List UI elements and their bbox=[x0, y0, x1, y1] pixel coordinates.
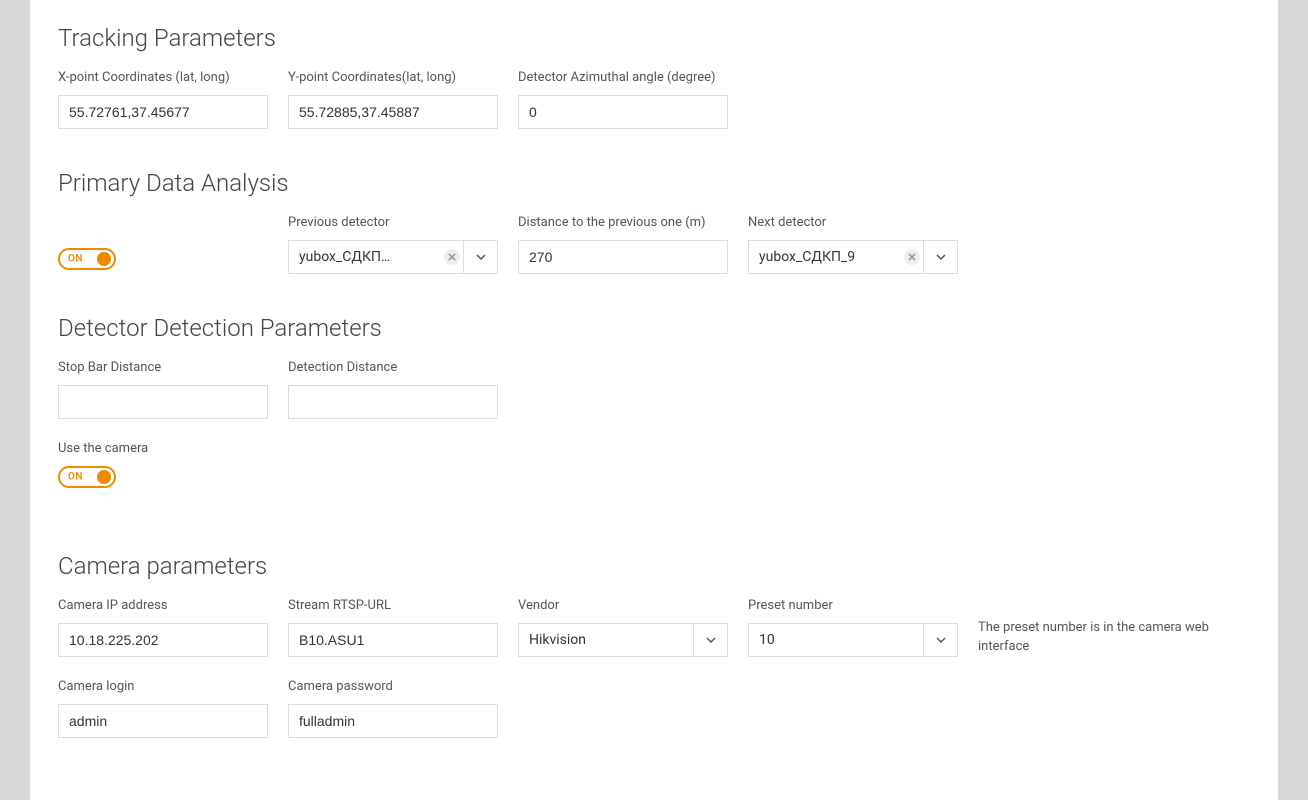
distance-prev-label: Distance to the previous one (m) bbox=[518, 215, 728, 230]
use-camera-toggle-label: ON bbox=[68, 472, 83, 483]
camera-pass-input[interactable] bbox=[288, 704, 498, 738]
preset-hint-holder: The preset number is in the camera web i… bbox=[978, 598, 1250, 657]
preset-value: 10 bbox=[749, 624, 923, 656]
camera-ip-input[interactable] bbox=[58, 623, 268, 657]
field-y-point: Y-point Coordinates(lat, long) bbox=[288, 70, 498, 129]
section-primary: Primary Data Analysis ON Previous detect… bbox=[58, 169, 1250, 274]
next-detector-value: yubox_СДКП_9 bbox=[749, 241, 901, 273]
field-detdist: Detection Distance bbox=[288, 360, 498, 419]
chevron-down-icon bbox=[475, 251, 487, 263]
prev-detector-select[interactable]: yubox_СДКП… bbox=[288, 240, 498, 274]
field-primary-toggle: ON bbox=[58, 248, 268, 274]
section-title-camera: Camera parameters bbox=[58, 552, 1250, 580]
camera-pass-label: Camera password bbox=[288, 679, 498, 694]
section-camera: Camera parameters Camera IP address Stre… bbox=[58, 552, 1250, 738]
camera-login-input[interactable] bbox=[58, 704, 268, 738]
prev-detector-value: yubox_СДКП… bbox=[289, 241, 441, 273]
toggle-knob-icon bbox=[97, 470, 111, 484]
vendor-label: Vendor bbox=[518, 598, 728, 613]
vendor-select[interactable]: Hikvision bbox=[518, 623, 728, 657]
vendor-value: Hikvision bbox=[519, 624, 693, 656]
rtsp-label: Stream RTSP-URL bbox=[288, 598, 498, 613]
field-camera-ip: Camera IP address bbox=[58, 598, 268, 657]
section-title-primary: Primary Data Analysis bbox=[58, 169, 1250, 197]
chevron-down-icon bbox=[935, 634, 947, 646]
section-tracking: Tracking Parameters X-point Coordinates … bbox=[58, 24, 1250, 129]
chevron-down-icon bbox=[705, 634, 717, 646]
section-title-detector: Detector Detection Parameters bbox=[58, 314, 1250, 342]
stopbar-label: Stop Bar Distance bbox=[58, 360, 268, 375]
chevron-down-icon bbox=[935, 251, 947, 263]
field-x-point: X-point Coordinates (lat, long) bbox=[58, 70, 268, 129]
azimuth-label: Detector Azimuthal angle (degree) bbox=[518, 70, 728, 85]
use-camera-toggle[interactable]: ON bbox=[58, 466, 116, 488]
x-point-label: X-point Coordinates (lat, long) bbox=[58, 70, 268, 85]
next-detector-open[interactable] bbox=[923, 241, 957, 273]
camera-ip-label: Camera IP address bbox=[58, 598, 268, 613]
distance-prev-input[interactable] bbox=[518, 240, 728, 274]
field-preset: Preset number 10 bbox=[748, 598, 958, 657]
section-title-tracking: Tracking Parameters bbox=[58, 24, 1250, 52]
field-prev-detector: Previous detector yubox_СДКП… bbox=[288, 215, 498, 274]
field-use-camera: Use the camera ON bbox=[58, 441, 268, 492]
camera-login-label: Camera login bbox=[58, 679, 268, 694]
y-point-label: Y-point Coordinates(lat, long) bbox=[288, 70, 498, 85]
field-vendor: Vendor Hikvision bbox=[518, 598, 728, 657]
detdist-label: Detection Distance bbox=[288, 360, 498, 375]
field-azimuth: Detector Azimuthal angle (degree) bbox=[518, 70, 728, 129]
close-icon bbox=[444, 249, 460, 265]
field-next-detector: Next detector yubox_СДКП_9 bbox=[748, 215, 958, 274]
next-detector-label: Next detector bbox=[748, 215, 958, 230]
close-icon bbox=[904, 249, 920, 265]
next-detector-select[interactable]: yubox_СДКП_9 bbox=[748, 240, 958, 274]
field-stopbar: Stop Bar Distance bbox=[58, 360, 268, 419]
field-camera-login: Camera login bbox=[58, 679, 268, 738]
primary-toggle-label: ON bbox=[68, 254, 83, 265]
use-camera-label: Use the camera bbox=[58, 441, 268, 456]
preset-open[interactable] bbox=[923, 624, 957, 656]
prev-detector-label: Previous detector bbox=[288, 215, 498, 230]
x-point-input[interactable] bbox=[58, 95, 268, 129]
page: Tracking Parameters X-point Coordinates … bbox=[30, 0, 1278, 800]
primary-toggle[interactable]: ON bbox=[58, 248, 116, 270]
rtsp-input[interactable] bbox=[288, 623, 498, 657]
prev-detector-clear[interactable] bbox=[441, 241, 463, 273]
azimuth-input[interactable] bbox=[518, 95, 728, 129]
detdist-input[interactable] bbox=[288, 385, 498, 419]
stopbar-input[interactable] bbox=[58, 385, 268, 419]
y-point-input[interactable] bbox=[288, 95, 498, 129]
next-detector-clear[interactable] bbox=[901, 241, 923, 273]
section-detector: Detector Detection Parameters Stop Bar D… bbox=[58, 314, 1250, 492]
field-distance-prev: Distance to the previous one (m) bbox=[518, 215, 728, 274]
field-camera-pass: Camera password bbox=[288, 679, 498, 738]
vendor-open[interactable] bbox=[693, 624, 727, 656]
preset-hint: The preset number is in the camera web i… bbox=[978, 619, 1250, 655]
prev-detector-open[interactable] bbox=[463, 241, 497, 273]
preset-label: Preset number bbox=[748, 598, 958, 613]
preset-select[interactable]: 10 bbox=[748, 623, 958, 657]
field-rtsp: Stream RTSP-URL bbox=[288, 598, 498, 657]
toggle-knob-icon bbox=[97, 252, 111, 266]
